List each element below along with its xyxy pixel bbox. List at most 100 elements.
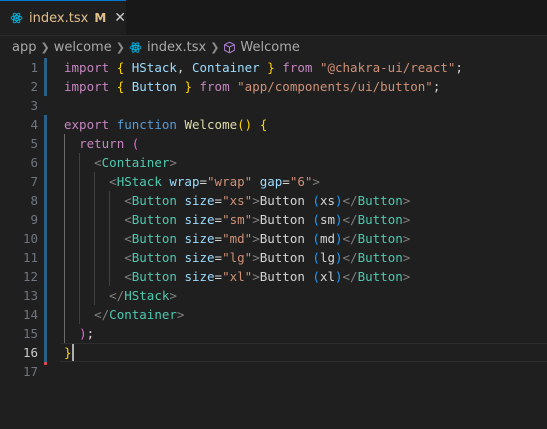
code-token: ( bbox=[131, 136, 140, 151]
code-token: "sm" bbox=[222, 212, 253, 227]
code-line[interactable]: 7 <HStack wrap="wrap" gap="6"> bbox=[0, 172, 547, 191]
code-line[interactable]: 15 ); bbox=[0, 324, 547, 343]
modified-gutter-marker bbox=[44, 77, 47, 96]
line-number: 16 bbox=[22, 345, 38, 360]
breadcrumb-item-welcome[interactable]: welcome bbox=[54, 40, 112, 55]
react-icon bbox=[129, 41, 142, 53]
code-token: from bbox=[282, 60, 313, 75]
modified-gutter-marker bbox=[44, 267, 47, 286]
code-token: ; bbox=[432, 79, 441, 94]
code-line[interactable]: 1 import { HStack, Container } from "@cha… bbox=[0, 58, 547, 77]
code-token: Button bbox=[357, 231, 403, 246]
modified-gutter-marker bbox=[44, 134, 47, 153]
code-token: size bbox=[184, 231, 215, 246]
code-token: xl bbox=[319, 269, 335, 284]
code-token: ( bbox=[312, 250, 320, 265]
code-token: import bbox=[64, 60, 110, 75]
code-token: = bbox=[214, 231, 223, 246]
code-token: > bbox=[402, 212, 411, 227]
code-token: > bbox=[402, 193, 411, 208]
code-line[interactable]: 3 bbox=[0, 96, 547, 115]
code-text: import { Button } from "app/components/u… bbox=[64, 77, 440, 96]
code-token: HStack bbox=[124, 288, 170, 303]
code-line[interactable]: 16} bbox=[0, 343, 547, 362]
code-token: , bbox=[176, 60, 192, 75]
line-number: 13 bbox=[22, 288, 38, 303]
code-token: ) bbox=[335, 231, 343, 246]
code-token: Button bbox=[357, 269, 403, 284]
code-text: ); bbox=[64, 324, 94, 343]
code-token: sm bbox=[319, 212, 335, 227]
code-token: > bbox=[252, 269, 260, 284]
code-token: "xl" bbox=[222, 269, 253, 284]
code-token: = bbox=[199, 174, 208, 189]
code-line[interactable]: 9 <Button size="sm">Button (sm)</Button> bbox=[0, 210, 547, 229]
code-token: gap bbox=[259, 174, 283, 189]
code-line[interactable]: 8 <Button size="xs">Button (xs)</Button> bbox=[0, 191, 547, 210]
tab-index-tsx[interactable]: index.tsx M ✕ bbox=[0, 0, 126, 35]
code-line[interactable]: 12 <Button size="xl">Button (xl)</Button… bbox=[0, 267, 547, 286]
code-line[interactable]: 11 <Button size="lg">Button (lg)</Button… bbox=[0, 248, 547, 267]
breadcrumb: app ❯ welcome ❯ index.tsx ❯ Welcome bbox=[0, 36, 547, 58]
code-token: Container bbox=[101, 155, 170, 170]
code-token: () bbox=[237, 117, 253, 132]
code-line[interactable]: 6 <Container> bbox=[0, 153, 547, 172]
modified-gutter-marker bbox=[44, 172, 47, 191]
code-token: function bbox=[116, 117, 177, 132]
breadcrumb-item-app[interactable]: app bbox=[12, 40, 36, 55]
code-token: "app/components/ui/button" bbox=[237, 79, 433, 94]
code-token: Button bbox=[357, 250, 403, 265]
close-icon[interactable]: ✕ bbox=[114, 11, 126, 25]
code-line[interactable]: 14 </Container> bbox=[0, 305, 547, 324]
code-token: Button bbox=[259, 193, 313, 208]
line-number: 8 bbox=[30, 193, 38, 208]
code-token: > bbox=[176, 307, 185, 322]
code-line[interactable]: 17 bbox=[0, 362, 547, 381]
code-token: < bbox=[124, 212, 132, 227]
code-token: > bbox=[402, 231, 411, 246]
code-line[interactable]: 4 export function Welcome() { bbox=[0, 115, 547, 134]
code-line[interactable]: 5 return ( bbox=[0, 134, 547, 153]
modified-gutter-marker bbox=[44, 115, 47, 134]
chevron-right-icon: ❯ bbox=[210, 40, 220, 54]
code-token: } bbox=[64, 345, 72, 360]
indent-guide bbox=[79, 153, 81, 324]
breadcrumb-item-file[interactable]: index.tsx bbox=[147, 40, 206, 55]
code-line[interactable]: 13 </HStack> bbox=[0, 286, 547, 305]
code-token: ) bbox=[79, 326, 87, 341]
code-token: size bbox=[184, 250, 215, 265]
code-editor[interactable]: 1 import { HStack, Container } from "@cha… bbox=[0, 58, 547, 429]
code-token: ) bbox=[335, 193, 343, 208]
code-token: Button bbox=[259, 269, 313, 284]
code-token: </ bbox=[94, 307, 110, 322]
code-token: size bbox=[184, 193, 215, 208]
code-token: < bbox=[124, 231, 132, 246]
modified-gutter-marker bbox=[44, 58, 47, 77]
code-token: "md" bbox=[222, 231, 253, 246]
code-text: } bbox=[64, 343, 72, 362]
code-token: ) bbox=[335, 212, 343, 227]
code-token: Container bbox=[109, 307, 177, 322]
tab-bar: index.tsx M ✕ bbox=[0, 0, 547, 36]
modified-gutter-marker bbox=[44, 343, 47, 362]
code-token: > bbox=[402, 269, 411, 284]
code-token: < bbox=[124, 193, 132, 208]
line-number: 5 bbox=[30, 136, 38, 151]
code-line[interactable]: 10 <Button size="md">Button (md)</Button… bbox=[0, 229, 547, 248]
code-token: "@chakra-ui/react" bbox=[319, 60, 456, 75]
line-number: 4 bbox=[30, 117, 38, 132]
code-token: < bbox=[124, 250, 132, 265]
breadcrumb-item-symbol[interactable]: Welcome bbox=[240, 40, 299, 55]
code-line[interactable]: 2 import { Button } from "app/components/… bbox=[0, 77, 547, 96]
code-token: Button bbox=[131, 231, 177, 246]
code-token: > bbox=[252, 250, 260, 265]
chevron-right-icon: ❯ bbox=[115, 40, 125, 54]
code-token: </ bbox=[342, 212, 358, 227]
